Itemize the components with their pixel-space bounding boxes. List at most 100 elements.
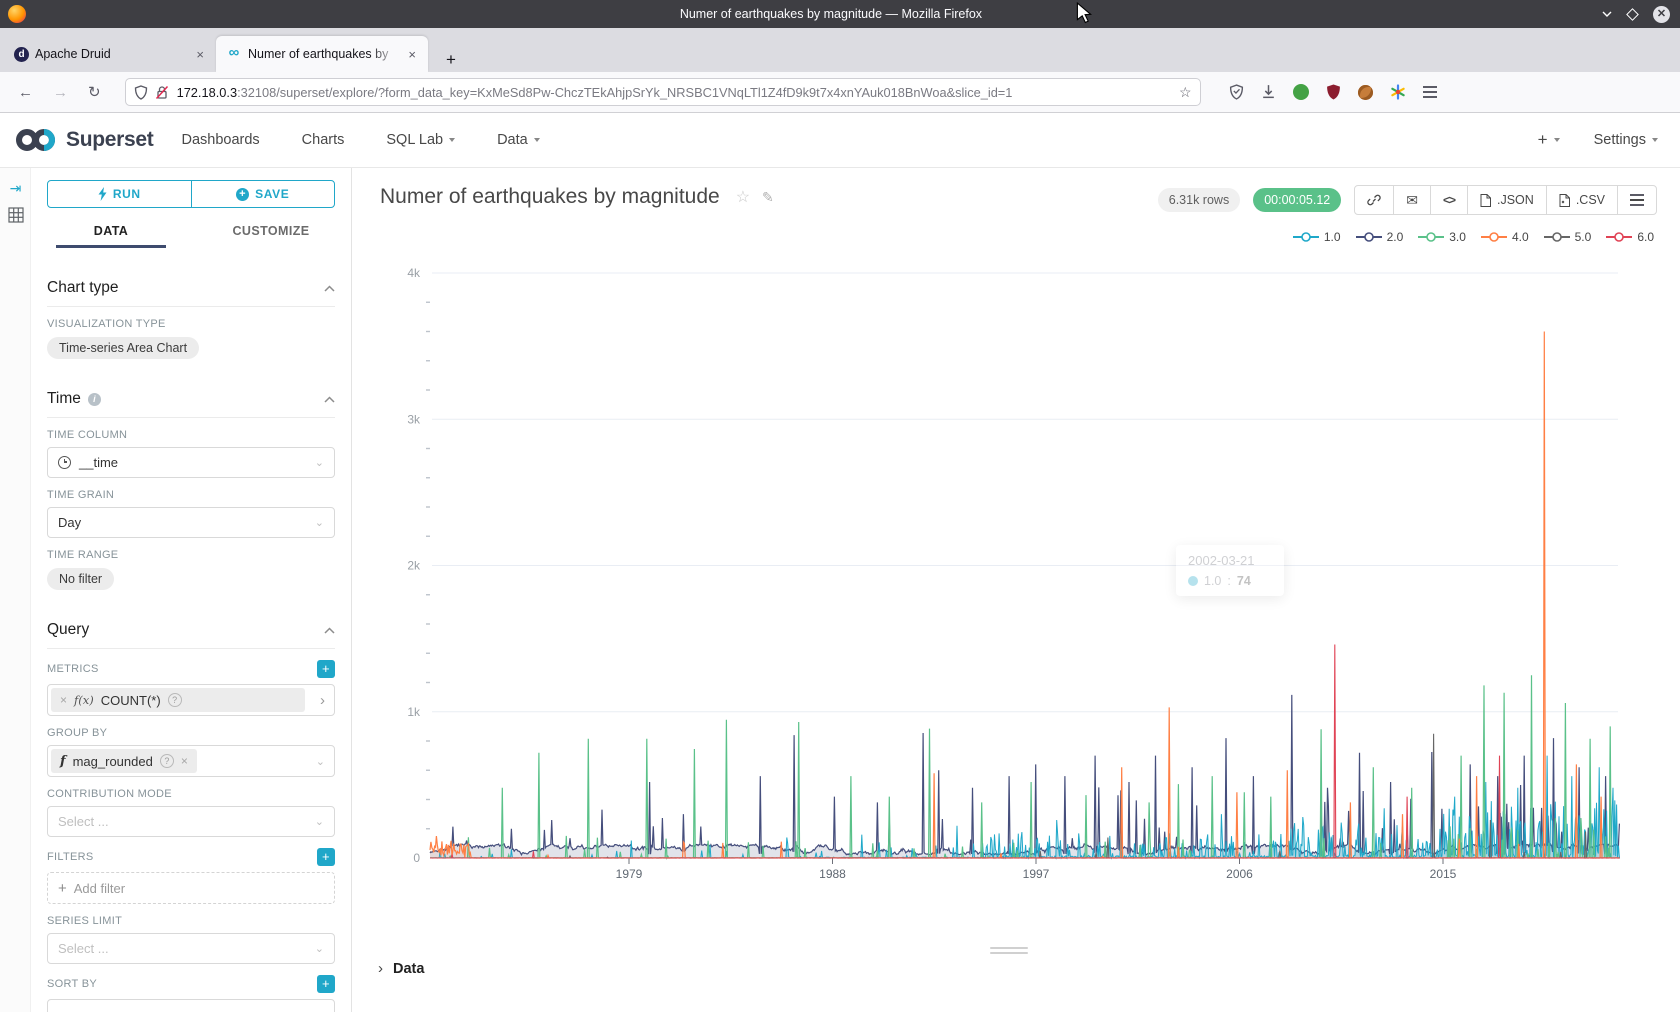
explore-control-panel: RUN + SAVE DATA CUSTOMIZE Chart type VIS… — [31, 168, 352, 1012]
contribution-mode-select[interactable]: Select ... ⌄ — [47, 806, 335, 837]
tab-data[interactable]: DATA — [31, 216, 191, 248]
email-button[interactable]: ✉ — [1394, 186, 1431, 214]
time-range-label: TIME RANGE — [47, 549, 335, 561]
nav-item-charts[interactable]: Charts — [302, 132, 345, 148]
add-filter-button[interactable]: + — [317, 848, 335, 866]
tab-label: Numer of earthquakes by — [248, 47, 400, 61]
superset-navbar: Superset Dashboards Charts SQL Lab Data + S… — [0, 113, 1680, 168]
add-metric-button[interactable]: + — [317, 660, 335, 678]
time-grain-label: TIME GRAIN — [47, 489, 335, 501]
groupby-control[interactable]: f mag_rounded ? × ⌄ — [47, 745, 335, 777]
datasource-grid-icon[interactable] — [0, 207, 31, 226]
window-minimize-icon[interactable] — [1602, 11, 1612, 17]
timeseries-area-chart[interactable]: 01k2k3k4k19791988199720062015 — [352, 230, 1680, 910]
menu-icon — [1630, 199, 1644, 201]
druid-favicon-icon: d — [14, 47, 29, 62]
nav-item-data[interactable]: Data — [497, 132, 540, 148]
export-json-button[interactable]: .JSON — [1468, 186, 1547, 214]
edit-properties-icon[interactable]: ✎ — [762, 189, 774, 206]
series-limit-select[interactable]: Select ... ⌄ — [47, 933, 335, 964]
time-column-label: TIME COLUMN — [47, 429, 335, 441]
tab-earthquakes-active[interactable]: ∞ Numer of earthquakes by × — [216, 36, 428, 72]
query-timer-badge: 00:00:05.12 — [1253, 188, 1341, 212]
forward-button[interactable]: → — [43, 80, 78, 105]
function-icon: f — [60, 754, 66, 769]
url-bar[interactable]: 172.18.0.3:32108/superset/explore/?form_… — [125, 78, 1201, 106]
section-chart-type[interactable]: Chart type — [47, 279, 335, 307]
svg-text:2006: 2006 — [1226, 867, 1253, 881]
back-button[interactable]: ← — [8, 80, 43, 105]
favorite-star-icon[interactable]: ☆ — [736, 187, 750, 207]
insecure-lock-icon[interactable] — [155, 85, 169, 100]
copy-link-button[interactable] — [1355, 186, 1394, 214]
pane-drag-handle[interactable] — [990, 947, 1028, 957]
time-column-select[interactable]: __time ⌄ — [47, 447, 335, 478]
url-path: /superset/explore/?form_data_key=KxMeSd8… — [276, 85, 1012, 100]
section-query[interactable]: Query — [47, 621, 335, 649]
window-title: Numer of earthquakes by magnitude — Mozi… — [680, 7, 982, 21]
tab-close-icon[interactable]: × — [194, 47, 206, 62]
svg-text:1979: 1979 — [616, 867, 643, 881]
firefox-menu-icon[interactable] — [1423, 91, 1437, 93]
time-grain-select[interactable]: Day ⌄ — [47, 507, 335, 538]
nav-item-dashboards[interactable]: Dashboards — [181, 132, 259, 148]
settings-menu[interactable]: Settings — [1594, 132, 1658, 148]
caret-down-icon — [449, 138, 455, 142]
svg-text:2015: 2015 — [1430, 867, 1457, 881]
expand-caret-icon[interactable]: › — [320, 692, 325, 709]
expand-panel-icon[interactable]: ⇥ — [0, 180, 31, 197]
new-tab-button[interactable]: + — [438, 48, 464, 72]
colorful-asterisk-icon[interactable] — [1390, 84, 1406, 100]
plus-circle-icon: + — [236, 188, 249, 201]
fx-icon: f(x) — [74, 693, 94, 707]
sort-by-select[interactable] — [47, 999, 335, 1012]
metric-control[interactable]: × f(x) COUNT(*) ? › — [47, 684, 335, 716]
tab-apache-druid[interactable]: d Apache Druid × — [4, 36, 216, 72]
remove-groupby-icon[interactable]: × — [181, 754, 188, 768]
extension-green-icon[interactable] — [1293, 84, 1309, 100]
tracking-shield-icon[interactable] — [134, 85, 148, 100]
time-range-value[interactable]: No filter — [47, 568, 114, 590]
pocket-shield-icon[interactable] — [1229, 84, 1244, 100]
export-csv-button[interactable]: .CSV — [1547, 186, 1618, 214]
add-filter-dropzone[interactable]: + Add filter — [47, 872, 335, 904]
add-new-button[interactable]: + — [1538, 130, 1560, 150]
section-time[interactable]: Time i — [47, 390, 335, 418]
save-button[interactable]: + SAVE — [191, 180, 336, 208]
run-button[interactable]: RUN — [47, 180, 192, 208]
info-icon: i — [88, 393, 101, 406]
tab-close-icon[interactable]: × — [406, 47, 418, 62]
panel-tabs: DATA CUSTOMIZE — [31, 216, 351, 248]
svg-text:0: 0 — [413, 851, 420, 865]
window-titlebar: Numer of earthquakes by magnitude — Mozi… — [0, 0, 1680, 28]
row-count-badge: 6.31k rows — [1158, 188, 1240, 212]
view-query-button[interactable]: <> — [1431, 186, 1468, 214]
mouse-cursor — [1076, 2, 1092, 24]
nav-item-sql-lab[interactable]: SQL Lab — [386, 132, 455, 148]
series-limit-label: SERIES LIMIT — [47, 915, 335, 927]
contribution-mode-label: CONTRIBUTION MODE — [47, 788, 335, 800]
svg-text:2k: 2k — [407, 559, 421, 573]
url-text[interactable]: 172.18.0.3:32108/superset/explore/?form_… — [177, 85, 1173, 100]
chart-menu-button[interactable] — [1618, 186, 1656, 214]
reload-button[interactable]: ↻ — [78, 79, 111, 105]
ublock-shield-icon[interactable] — [1326, 84, 1341, 100]
downloads-icon[interactable] — [1261, 84, 1276, 100]
window-close-icon[interactable]: ✕ — [1653, 6, 1670, 23]
link-icon — [1367, 193, 1381, 207]
superset-logo[interactable]: Superset — [14, 127, 153, 153]
cookie-extension-icon[interactable] — [1358, 85, 1373, 100]
superset-favicon-icon: ∞ — [226, 46, 242, 62]
remove-metric-icon[interactable]: × — [60, 693, 67, 707]
tab-customize[interactable]: CUSTOMIZE — [191, 216, 351, 248]
window-maximize-icon[interactable] — [1626, 8, 1639, 21]
chart-title: Numer of earthquakes by magnitude — [380, 185, 720, 209]
chevron-up-icon — [324, 285, 335, 292]
bookmark-star-icon[interactable]: ☆ — [1179, 84, 1192, 101]
viz-type-value[interactable]: Time-series Area Chart — [47, 337, 199, 359]
firefox-icon[interactable] — [8, 5, 26, 23]
add-sort-button[interactable]: + — [317, 975, 335, 993]
chart-actions-group: ✉ <> .JSON .CSV — [1354, 185, 1657, 215]
brand-name: Superset — [66, 128, 153, 152]
data-panel-toggle[interactable]: › Data — [378, 960, 424, 977]
